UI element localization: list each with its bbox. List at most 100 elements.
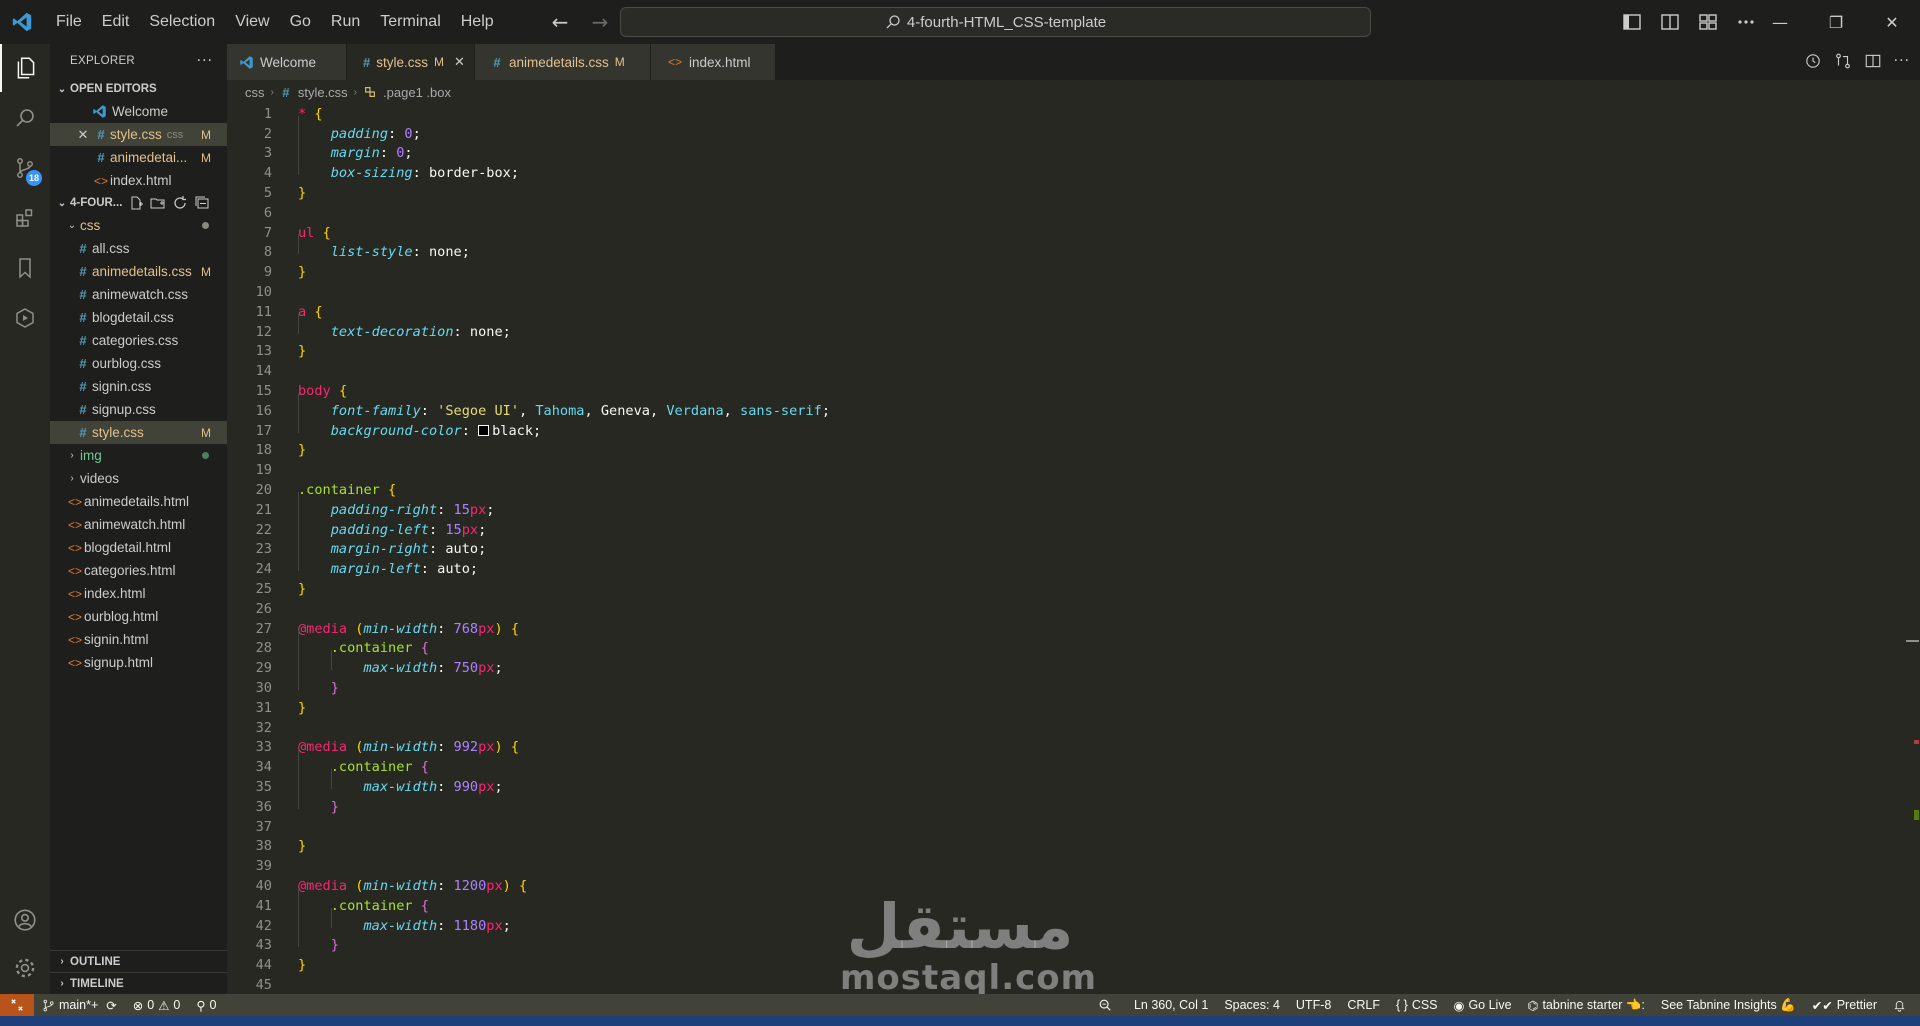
code-line[interactable]: 13} <box>227 342 1907 362</box>
close-icon[interactable]: ✕ <box>74 127 92 143</box>
file-item[interactable]: # categories.css <box>50 329 227 352</box>
restore-icon[interactable]: ❐ <box>1808 0 1864 44</box>
bookmark-icon[interactable] <box>0 244 50 292</box>
code-line[interactable]: 11 a { <box>227 302 1907 322</box>
cursor-position[interactable]: Ln 360, Col 1 <box>1126 998 1216 1012</box>
remote-indicator-icon[interactable] <box>0 994 34 1016</box>
tab-index-html[interactable]: <> index.html <box>651 44 776 80</box>
code-line[interactable]: 26 <box>227 599 1907 619</box>
code-line[interactable]: 4 box-sizing: border-box; <box>227 155 1907 183</box>
collapse-all-icon[interactable] <box>194 195 210 211</box>
file-item[interactable]: # animewatch.css <box>50 283 227 306</box>
code-line[interactable]: 25} <box>227 579 1907 599</box>
code-line[interactable]: 15 body { <box>227 381 1907 401</box>
code-line[interactable]: 3 margin: 0; <box>227 135 1907 164</box>
menu-run[interactable]: Run <box>321 0 370 44</box>
file-item[interactable]: <> signup.html <box>50 651 227 674</box>
code-line[interactable]: 23 margin-right: auto; <box>227 531 1907 560</box>
breadcrumb-symbol[interactable]: .page1 .box <box>383 85 451 100</box>
file-item[interactable]: # style.css M <box>50 421 227 444</box>
folder-css[interactable]: ⌄ css <box>50 214 227 237</box>
code-line[interactable]: 27 @media (min-width: 768px) { <box>227 619 1907 639</box>
code-line[interactable]: 6 <box>227 203 1907 223</box>
folder-videos[interactable]: › videos <box>50 467 227 490</box>
zoom-icon[interactable] <box>1090 998 1120 1012</box>
menu-file[interactable]: File <box>46 0 92 44</box>
timeline-history-icon[interactable] <box>1804 52 1822 70</box>
end-of-line[interactable]: CRLF <box>1339 998 1388 1012</box>
timeline-section[interactable]: › TIMELINE <box>50 972 227 994</box>
notifications-bell-icon[interactable] <box>1885 999 1920 1012</box>
go-live-button[interactable]: ◉ Go Live <box>1446 998 1520 1013</box>
toggle-primary-sidebar-icon[interactable] <box>1620 10 1644 34</box>
overview-ruler[interactable] <box>1906 104 1920 994</box>
code-line[interactable]: 7 ul { <box>227 223 1907 243</box>
problems-status[interactable]: ⊗ 0 ⚠ 0 <box>125 998 189 1013</box>
close-tab-icon[interactable]: ✕ <box>454 54 465 70</box>
code-line[interactable]: 37 <box>227 817 1907 837</box>
new-folder-icon[interactable] <box>150 195 166 211</box>
code-line[interactable]: 19 <box>227 460 1907 480</box>
code-line[interactable]: 29 max-width: 750px; <box>227 650 1907 678</box>
code-line[interactable]: 35 max-width: 990px; <box>227 768 1907 797</box>
code-line[interactable]: 32 <box>227 718 1907 738</box>
tab-welcome[interactable]: Welcome <box>227 44 347 80</box>
file-item[interactable]: <> animewatch.html <box>50 513 227 536</box>
settings-gear-icon[interactable] <box>0 944 50 992</box>
extensions-icon[interactable] <box>0 194 50 242</box>
file-item[interactable]: # all.css <box>50 237 227 260</box>
file-item[interactable]: # ourblog.css <box>50 352 227 375</box>
indentation[interactable]: Spaces: 4 <box>1216 998 1288 1012</box>
code-line[interactable]: 33 @media (min-width: 992px) { <box>227 738 1907 758</box>
open-editor-item[interactable]: # animedetai... M <box>50 146 227 169</box>
code-line[interactable]: 20 .container { <box>227 480 1907 500</box>
file-item[interactable]: <> index.html <box>50 582 227 605</box>
code-line[interactable]: 10 <box>227 282 1907 302</box>
prettier-status[interactable]: ✔✔ Prettier <box>1804 998 1885 1013</box>
outline-section[interactable]: › OUTLINE <box>50 950 227 972</box>
code-line[interactable]: 21 padding-right: 15px; <box>227 491 1907 520</box>
folder-section[interactable]: ⌄ 4-FOUR... <box>50 192 227 214</box>
search-icon[interactable] <box>0 94 50 142</box>
code-line[interactable]: 14 <box>227 361 1907 381</box>
explorer-more-icon[interactable]: ··· <box>197 53 213 69</box>
minimize-icon[interactable]: — <box>1752 0 1808 44</box>
tab-animedetails-css[interactable]: # animedetails.css M <box>475 44 651 80</box>
sync-icon[interactable]: ⟳ <box>106 998 116 1013</box>
command-center[interactable]: 4-fourth-HTML_CSS-template <box>620 7 1371 37</box>
folder-img[interactable]: › img <box>50 444 227 467</box>
file-item[interactable]: <> ourblog.html <box>50 605 227 628</box>
split-editor-icon[interactable] <box>1864 52 1882 70</box>
code-line[interactable]: 9} <box>227 262 1907 282</box>
back-arrow-icon[interactable]: ← <box>548 10 572 34</box>
code-line[interactable]: 28 .container { <box>227 630 1907 659</box>
explorer-icon[interactable] <box>0 44 50 92</box>
ports-status[interactable]: ⚲ 0 <box>188 998 224 1013</box>
open-changes-icon[interactable] <box>1834 52 1852 70</box>
menu-selection[interactable]: Selection <box>139 0 225 44</box>
open-editor-item[interactable]: ✕ # style.css css M <box>50 123 227 146</box>
file-item[interactable]: # signin.css <box>50 375 227 398</box>
more-actions-icon[interactable]: ··· <box>1894 52 1910 70</box>
code-line[interactable]: 38} <box>227 836 1907 856</box>
branch-status[interactable]: main*+ ⟳ <box>34 998 125 1013</box>
code-editor[interactable]: 1 * {2 padding: 0; 3 margin: 0; 4 box-sizin… <box>227 104 1907 994</box>
code-line[interactable]: 39 <box>227 856 1907 876</box>
code-line[interactable]: 18} <box>227 441 1907 461</box>
code-line[interactable]: 36 } <box>227 788 1907 817</box>
menu-terminal[interactable]: Terminal <box>370 0 450 44</box>
run-debug-icon[interactable] <box>0 294 50 342</box>
code-line[interactable]: 2 padding: 0; <box>227 115 1907 144</box>
new-file-icon[interactable] <box>128 195 144 211</box>
tabnine-insights[interactable]: See Tabnine Insights 💪 <box>1653 998 1804 1013</box>
code-line[interactable]: 1 * { <box>227 104 1907 124</box>
breadcrumb-folder[interactable]: css <box>245 85 265 100</box>
close-window-icon[interactable]: ✕ <box>1864 0 1920 44</box>
language-mode[interactable]: { } CSS <box>1388 998 1446 1012</box>
forward-arrow-icon[interactable]: → <box>588 10 612 34</box>
code-line[interactable]: 16 font-family: 'Segoe UI', Tahoma, Gene… <box>227 392 1907 421</box>
file-item[interactable]: # animedetails.css M <box>50 260 227 283</box>
account-icon[interactable] <box>0 896 50 944</box>
source-control-icon[interactable]: 18 <box>0 144 50 192</box>
refresh-icon[interactable] <box>172 195 188 211</box>
